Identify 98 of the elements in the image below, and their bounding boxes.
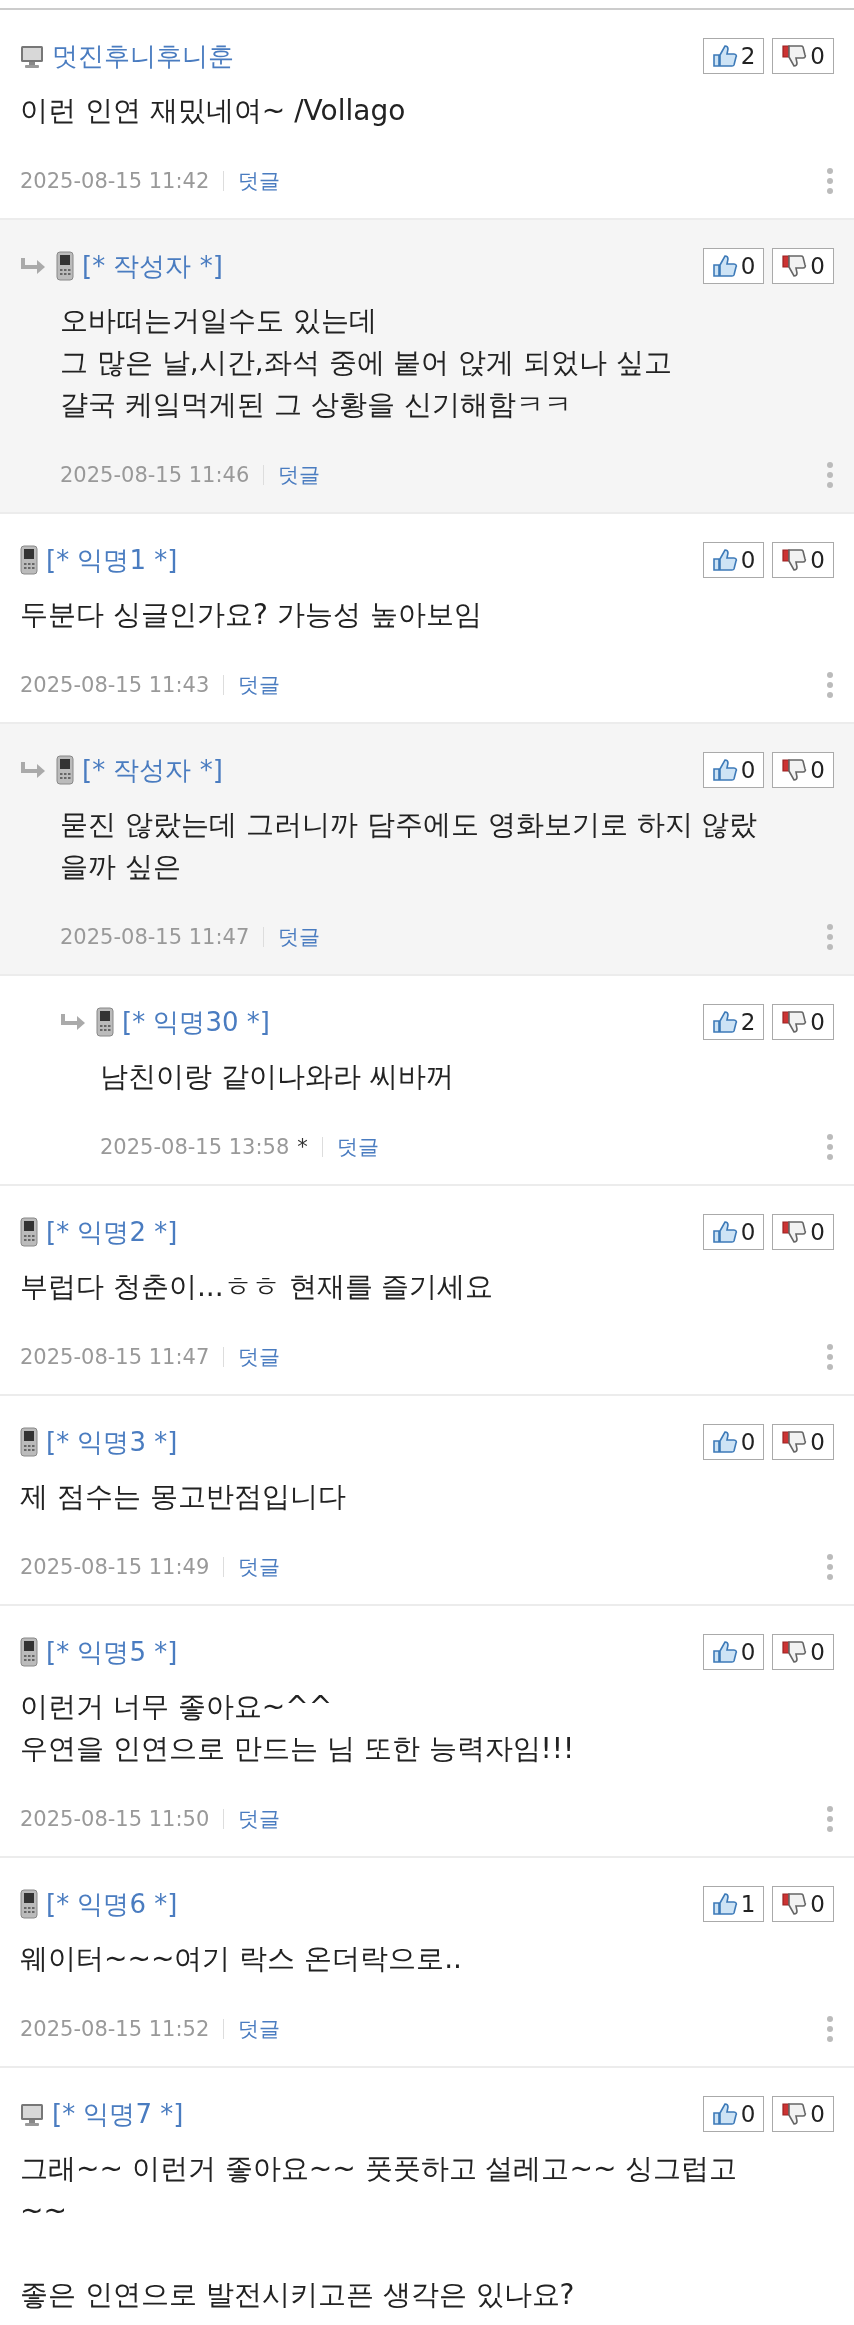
dislike-button[interactable]: 0 — [772, 1004, 834, 1040]
more-icon[interactable] — [826, 1343, 834, 1371]
phone-icon — [20, 1427, 38, 1457]
comment-text: 웨이터~~~여기 락스 온더락으로.. — [20, 1941, 463, 1977]
more-icon[interactable] — [826, 2015, 834, 2043]
phone-icon — [20, 1217, 38, 1247]
monitor-icon — [20, 43, 44, 69]
more-icon[interactable] — [826, 167, 834, 195]
comment-date: 2025-08-15 11:43 — [20, 673, 210, 697]
dislike-button[interactable]: 0 — [772, 248, 834, 284]
thumbs-down-icon — [781, 1640, 808, 1664]
username[interactable]: [* 익명1 *] — [46, 542, 178, 578]
username[interactable]: [* 익명30 *] — [122, 1004, 270, 1040]
comment-date: 2025-08-15 11:52 — [20, 2017, 210, 2041]
reply-link[interactable]: 덧글 — [336, 1133, 379, 1161]
thumbs-up-icon — [711, 44, 738, 68]
dislike-button[interactable]: 0 — [772, 2096, 834, 2132]
thumbs-down-icon — [781, 758, 808, 782]
reply-link[interactable]: 덧글 — [238, 167, 281, 195]
comment-text: 두분다 싱글인가요? 가능성 높아보임 — [20, 597, 483, 633]
thumbs-down-icon — [781, 44, 808, 68]
dislike-button[interactable]: 0 — [772, 1886, 834, 1922]
reply-link[interactable]: 덧글 — [238, 1343, 281, 1371]
comment-date: 2025-08-15 13:58 — [100, 1135, 290, 1159]
like-button[interactable]: 0 — [702, 542, 765, 578]
username[interactable]: [* 작성자 *] — [82, 752, 223, 788]
phone-icon — [56, 251, 74, 281]
more-icon[interactable] — [826, 1805, 834, 1833]
like-button[interactable]: 0 — [702, 752, 765, 788]
dislike-button[interactable]: 0 — [772, 1214, 834, 1250]
thumbs-up-icon — [711, 1640, 738, 1664]
thumbs-up-icon — [711, 1220, 738, 1244]
reply-link[interactable]: 덧글 — [278, 461, 321, 489]
reply-link[interactable]: 덧글 — [238, 2015, 281, 2043]
thumbs-down-icon — [781, 1430, 808, 1454]
username[interactable]: [* 익명7 *] — [52, 2096, 184, 2132]
username[interactable]: [* 익명2 *] — [46, 1214, 178, 1250]
thumbs-down-icon — [781, 254, 808, 278]
monitor-icon — [20, 2101, 44, 2127]
phone-icon — [20, 545, 38, 575]
comment-date: 2025-08-15 11:46 — [60, 463, 250, 487]
thumbs-down-icon — [781, 1220, 808, 1244]
username[interactable]: [* 익명3 *] — [46, 1424, 178, 1460]
comment-text: 오바떠는거일수도 있는데 그 많은 날,시간,좌석 중에 붙어 앉게 되었나 싶고 걀국 케잌먹게된 그 상황을 신기해함ㅋㅋ — [59, 303, 674, 423]
thumbs-down-icon — [781, 1892, 808, 1916]
comment-text: 제 점수는 몽고반점입니다 — [20, 1479, 347, 1515]
thumbs-down-icon — [781, 2102, 808, 2126]
more-icon[interactable] — [826, 923, 834, 951]
thumbs-up-icon — [711, 1892, 738, 1916]
comment-text: 부럽다 청춘이...ㅎㅎ 현재를 즐기세요 — [20, 1269, 495, 1305]
comment-date: 2025-08-15 11:47 — [20, 1345, 210, 1369]
thumbs-up-icon — [711, 758, 738, 782]
dislike-button[interactable]: 0 — [772, 38, 834, 74]
phone-icon — [56, 755, 74, 785]
dislike-button[interactable]: 0 — [772, 1424, 834, 1460]
more-icon[interactable] — [826, 1553, 834, 1581]
dislike-button[interactable]: 0 — [772, 1634, 834, 1670]
thumbs-down-icon — [781, 1010, 808, 1034]
comment-date: 2025-08-15 11:50 — [20, 1807, 210, 1831]
thumbs-up-icon — [711, 548, 738, 572]
reply-link[interactable]: 덧글 — [238, 671, 281, 699]
more-icon[interactable] — [826, 671, 834, 699]
comment-date: 2025-08-15 11:42 — [20, 169, 210, 193]
reply-link[interactable]: 덧글 — [238, 1805, 281, 1833]
username[interactable]: [* 작성자 *] — [82, 248, 223, 284]
comment-text: 이런거 너무 좋아요~^^ 우연을 인연으로 만드는 님 또한 능력자임!!! — [20, 1689, 576, 1767]
more-icon[interactable] — [826, 1133, 834, 1161]
reply-link[interactable]: 덧글 — [238, 1553, 281, 1581]
thumbs-up-icon — [711, 1430, 738, 1454]
thumbs-up-icon — [711, 254, 738, 278]
username[interactable]: 멋진후니후니훈 — [52, 38, 234, 74]
phone-icon — [96, 1007, 114, 1037]
comment-text: 묻진 않랐는데 그러니까 담주에도 영화보기로 하지 않랐을까 싶은 — [59, 807, 759, 885]
like-button[interactable]: 0 — [702, 1424, 765, 1460]
username[interactable]: [* 익명6 *] — [46, 1886, 178, 1922]
edited-mark: * — [297, 1135, 308, 1159]
comment-text: 남친이랑 같이나와라 씨바꺼 — [99, 1059, 455, 1095]
like-button[interactable]: 0 — [702, 248, 765, 284]
like-button[interactable]: 2 — [702, 1004, 765, 1040]
more-icon[interactable] — [826, 461, 834, 489]
dislike-button[interactable]: 0 — [772, 542, 834, 578]
phone-icon — [20, 1637, 38, 1667]
like-button[interactable]: 0 — [702, 2096, 765, 2132]
comment-text: 그래~~ 이런거 좋아요~~ 풋풋하고 설레고~~ 싱그럽고~~ 좋은 인연으로 발전시키고픈 생각은 있나요? — [20, 2151, 739, 2313]
like-button[interactable]: 0 — [702, 1634, 765, 1670]
comment-date: 2025-08-15 11:49 — [20, 1555, 210, 1579]
phone-icon — [20, 1889, 38, 1919]
username[interactable]: [* 익명5 *] — [46, 1634, 178, 1670]
reply-link[interactable]: 덧글 — [278, 923, 321, 951]
thumbs-up-icon — [711, 2102, 738, 2126]
like-button[interactable]: 0 — [702, 1214, 765, 1250]
comment-text: 이런 인연 재밌네여~ /Vollago — [20, 93, 407, 129]
thumbs-up-icon — [711, 1010, 738, 1034]
dislike-button[interactable]: 0 — [772, 752, 834, 788]
like-button[interactable]: 2 — [702, 38, 765, 74]
thumbs-down-icon — [781, 548, 808, 572]
like-button[interactable]: 1 — [702, 1886, 765, 1922]
comment-date: 2025-08-15 11:47 — [60, 925, 250, 949]
